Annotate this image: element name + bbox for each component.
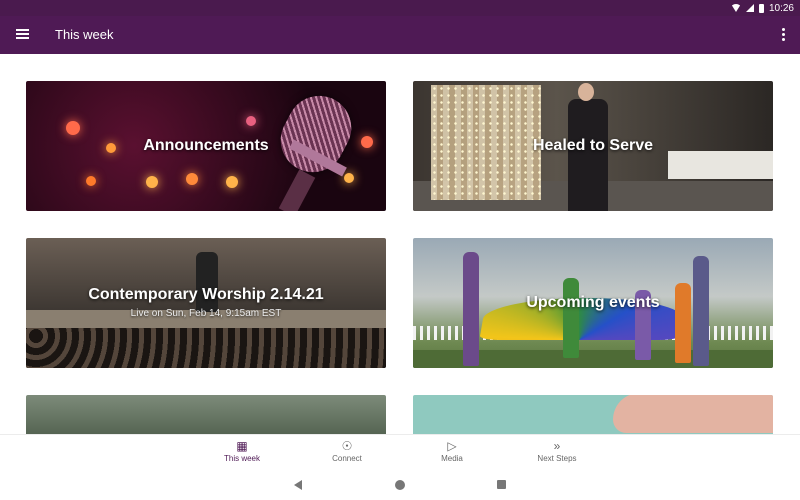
battery-icon — [758, 3, 764, 13]
nav-label: This week — [223, 454, 260, 463]
content-feed: Announcements Healed to Serve Contempora… — [0, 54, 800, 434]
card-subtitle: Live on Sun, Feb 14, 9:15am EST — [130, 308, 282, 319]
bottom-navigation: ▦ This week ☉ Connect ▷ Media » Next Ste… — [0, 434, 800, 471]
status-bar: 10:26 — [0, 0, 800, 16]
calendar-icon: ▦ — [236, 439, 248, 453]
double-chevron-icon: » — [553, 439, 561, 453]
nav-media[interactable]: ▷ Media — [407, 438, 497, 470]
card-contemporary-worship[interactable]: Contemporary Worship 2.14.21 Live on Sun… — [26, 238, 386, 368]
status-time: 10:26 — [768, 2, 794, 14]
card-partial-forest[interactable] — [26, 395, 386, 434]
media-play-icon: ▷ — [447, 439, 457, 453]
card-title: Announcements — [143, 137, 269, 154]
nav-label: Connect — [332, 454, 362, 463]
nav-label: Media — [441, 454, 463, 463]
card-partial-hand[interactable] — [413, 395, 773, 434]
nav-this-week[interactable]: ▦ This week — [197, 438, 287, 470]
nav-next-steps[interactable]: » Next Steps — [512, 438, 602, 470]
more-vert-icon[interactable] — [782, 28, 786, 42]
menu-icon[interactable] — [16, 29, 29, 39]
app-bar: This week — [0, 16, 800, 54]
card-announcements[interactable]: Announcements — [26, 81, 386, 211]
recents-icon[interactable] — [497, 480, 506, 489]
people-icon: ☉ — [341, 439, 353, 453]
status-icons: 10:26 — [730, 1, 794, 15]
card-title: Contemporary Worship 2.14.21 — [88, 286, 324, 303]
signal-icon — [745, 4, 754, 12]
card-image — [26, 395, 386, 434]
wifi-icon — [730, 4, 741, 12]
card-upcoming-events[interactable]: Upcoming events — [413, 238, 773, 368]
card-title: Healed to Serve — [532, 137, 654, 154]
system-navigation-bar — [0, 470, 800, 500]
home-icon[interactable] — [395, 480, 405, 490]
nav-label: Next Steps — [537, 454, 577, 463]
card-title: Upcoming events — [526, 294, 660, 311]
card-healed-to-serve[interactable]: Healed to Serve — [413, 81, 773, 211]
back-icon[interactable] — [294, 480, 302, 490]
card-image — [413, 395, 773, 434]
nav-connect[interactable]: ☉ Connect — [302, 438, 392, 470]
page-title: This week — [55, 27, 114, 42]
